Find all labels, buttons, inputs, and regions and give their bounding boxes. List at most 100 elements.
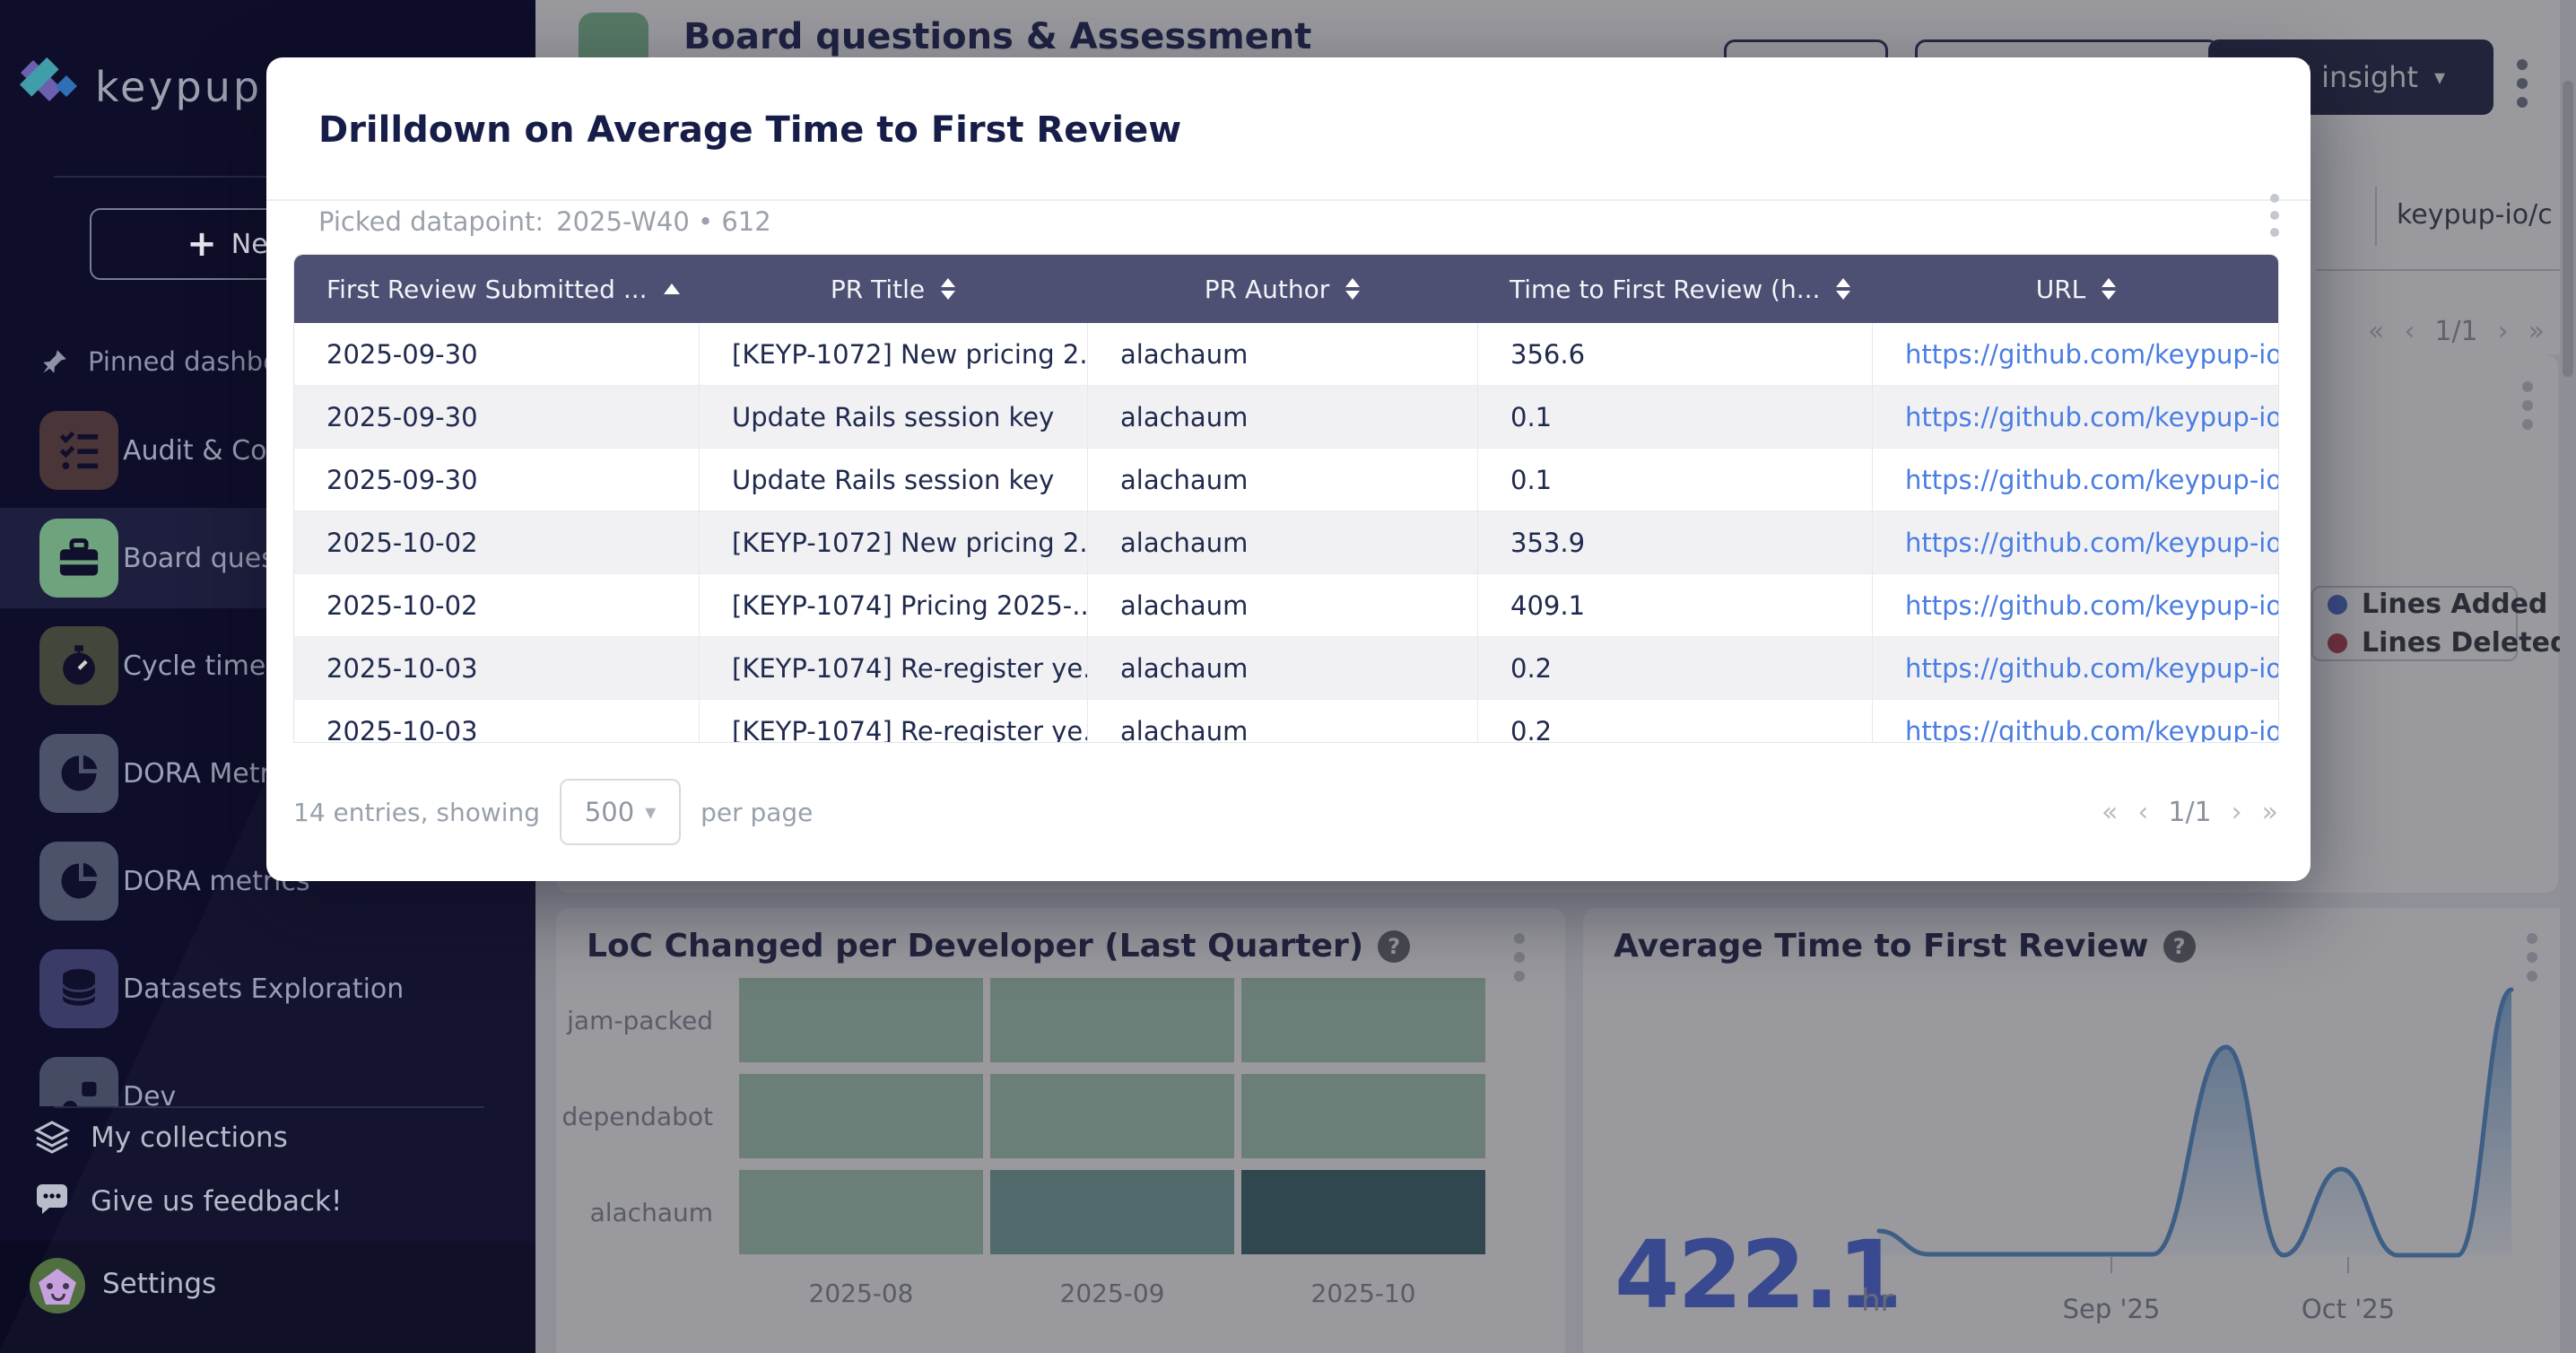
table-row: 2025-09-30Update Rails session keyalacha… <box>294 386 2279 449</box>
pr-url-link[interactable]: https://github.com/keypup-io/h <box>1905 653 2279 684</box>
sidebar-item-datasets-exploration[interactable]: Datasets Exploration <box>0 938 535 1039</box>
stopwatch-icon <box>39 626 118 705</box>
table-header-row: First Review Submitted ... PR Title PR Aut… <box>294 255 2279 323</box>
column-header-label: Time to First Review (h... <box>1510 275 1820 304</box>
modal-pagination: «‹1/1›» <box>2102 797 2278 828</box>
sort-icon <box>1345 278 1360 300</box>
sort-icon <box>1836 278 1850 300</box>
sidebar-item-label: Dev <box>123 1046 176 1106</box>
stopwatch-icon <box>56 642 102 689</box>
sidebar-footer: Settings <box>0 1241 535 1353</box>
pagination-last-button[interactable]: » <box>2262 797 2278 828</box>
dashboard-icon <box>56 1073 102 1106</box>
table-cell: 2025-09-30 <box>294 323 699 386</box>
table-cell: [KEYP-1074] Re-register ye... <box>699 700 1087 743</box>
avatar[interactable] <box>30 1258 85 1314</box>
table-cell: alachaum <box>1087 386 1477 449</box>
table-row: 2025-10-03[KEYP-1074] Re-register ye...a… <box>294 700 2279 743</box>
table-cell: https://github.com/keypup-io/h <box>1872 574 2279 637</box>
pie-chart-icon <box>39 734 118 813</box>
table-row: 2025-10-02[KEYP-1074] Pricing 2025-...al… <box>294 574 2279 637</box>
pagination-prev-button[interactable]: ‹ <box>2137 797 2148 828</box>
sidebar-link-label: Give us feedback! <box>91 1185 342 1218</box>
column-header-url[interactable]: URL <box>1872 255 2279 323</box>
pr-url-link[interactable]: https://github.com/keypup-io/v <box>1905 465 2279 495</box>
table-cell: alachaum <box>1087 323 1477 386</box>
column-header-label: URL <box>2036 275 2086 304</box>
kebab-menu-icon[interactable] <box>2270 194 2279 237</box>
table-cell: [KEYP-1074] Pricing 2025-... <box>699 574 1087 637</box>
pie-chart-icon <box>56 750 102 797</box>
picked-datapoint-value: 2025-W40 • 612 <box>556 206 771 237</box>
pin-icon <box>39 346 70 377</box>
table-cell: https://github.com/keypup-io/h <box>1872 700 2279 743</box>
table-cell: 2025-09-30 <box>294 386 699 449</box>
table-cell: 2025-10-02 <box>294 511 699 574</box>
table-cell: https://github.com/keypup-io/h <box>1872 323 2279 386</box>
sidebar-item-dev[interactable]: Dev <box>0 1046 535 1106</box>
table-cell: Update Rails session key <box>699 449 1087 511</box>
checklist-icon <box>56 427 102 474</box>
plus-icon: + <box>187 226 217 262</box>
table-cell: alachaum <box>1087 700 1477 743</box>
table-cell: 0.1 <box>1477 386 1872 449</box>
table-cell: 356.6 <box>1477 323 1872 386</box>
column-header-time-to-first-review-h-[interactable]: Time to First Review (h... <box>1477 255 1872 323</box>
table-cell: https://github.com/keypup-io/h <box>1872 511 2279 574</box>
pr-url-link[interactable]: https://github.com/keypup-io/h <box>1905 590 2279 621</box>
pr-url-link[interactable]: https://github.com/keypup-io/h <box>1905 402 2279 432</box>
sidebar-item-label: Board quest <box>123 508 286 608</box>
table-row: 2025-09-30[KEYP-1072] New pricing 2...al… <box>294 323 2279 386</box>
pr-url-link[interactable]: https://github.com/keypup-io/h <box>1905 528 2279 558</box>
page-size-select[interactable]: 500 ▾ <box>560 779 681 845</box>
checklist-icon <box>39 411 118 490</box>
pr-url-link[interactable]: https://github.com/keypup-io/h <box>1905 339 2279 370</box>
keypup-logo[interactable]: keypup <box>20 57 262 117</box>
table-cell: [KEYP-1072] New pricing 2... <box>699 511 1087 574</box>
pagination-next-button[interactable]: › <box>2232 797 2242 828</box>
pie-chart-icon <box>56 858 102 904</box>
sidebar-item-label: Datasets Exploration <box>123 938 404 1039</box>
page-size-value: 500 <box>585 797 634 827</box>
column-header-first-review-submitted-[interactable]: First Review Submitted ... <box>294 255 699 323</box>
drilldown-modal: Drilldown on Average Time to First Revie… <box>266 57 2311 881</box>
table-row: 2025-10-02[KEYP-1072] New pricing 2...al… <box>294 511 2279 574</box>
briefcase-icon <box>39 519 118 598</box>
sidebar-divider <box>54 1106 484 1108</box>
table-cell: https://github.com/keypup-io/h <box>1872 386 2279 449</box>
briefcase-icon <box>56 535 102 581</box>
keypup-logo-icon <box>20 57 79 117</box>
table-cell: 0.2 <box>1477 700 1872 743</box>
pr-url-link[interactable]: https://github.com/keypup-io/h <box>1905 716 2279 743</box>
column-header-pr-title[interactable]: PR Title <box>699 255 1087 323</box>
pie-chart-icon <box>39 842 118 921</box>
picked-datapoint: Picked datapoint: 2025-W40 • 612 <box>318 201 771 242</box>
sidebar-item-settings[interactable]: Settings <box>102 1268 216 1300</box>
table-cell: alachaum <box>1087 637 1477 700</box>
sort-icon <box>2102 278 2116 300</box>
sidebar-item-my-collections[interactable]: My collections <box>33 1119 288 1157</box>
entries-count-label: 14 entries, showing <box>293 798 540 827</box>
sort-icon <box>941 278 955 300</box>
column-header-pr-author[interactable]: PR Author <box>1087 255 1477 323</box>
sidebar-item-label: DORA Metri <box>123 723 278 824</box>
column-header-label: PR Title <box>831 275 925 304</box>
pinned-dashboards-header: Pinned dashbo <box>39 346 279 377</box>
chat-icon <box>33 1183 71 1220</box>
table-cell: 2025-09-30 <box>294 449 699 511</box>
table-cell: 2025-10-03 <box>294 637 699 700</box>
table-cell: alachaum <box>1087 449 1477 511</box>
drilldown-table: First Review Submitted ... PR Title PR Aut… <box>293 254 2279 743</box>
logo-text: keypup <box>95 63 262 111</box>
table-cell: Update Rails session key <box>699 386 1087 449</box>
table-cell: https://github.com/keypup-io/h <box>1872 637 2279 700</box>
settings-label: Settings <box>102 1268 216 1300</box>
pagination-first-button[interactable]: « <box>2102 797 2118 828</box>
layers-icon <box>33 1119 71 1157</box>
table-cell: 0.2 <box>1477 637 1872 700</box>
table-cell: alachaum <box>1087 511 1477 574</box>
sidebar-item-feedback[interactable]: Give us feedback! <box>33 1183 342 1220</box>
table-cell: https://github.com/keypup-io/v <box>1872 449 2279 511</box>
column-header-label: First Review Submitted ... <box>326 275 648 304</box>
table-row: 2025-10-03[KEYP-1074] Re-register ye...a… <box>294 637 2279 700</box>
